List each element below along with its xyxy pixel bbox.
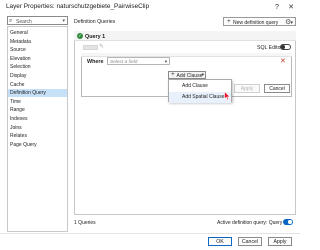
mouse-cursor-icon: [224, 91, 231, 101]
cancel-button[interactable]: Cancel: [238, 237, 262, 246]
footer-divider: [0, 233, 300, 234]
plus-icon: +: [227, 18, 231, 25]
sidebar-item-cache[interactable]: Cache: [8, 81, 67, 89]
query-header: [74, 31, 296, 41]
search-input[interactable]: ⌕ Search ▾: [7, 16, 68, 25]
sidebar-item-display[interactable]: Display: [8, 72, 67, 80]
sql-editor-label: SQL Editor: [257, 44, 283, 51]
active-query-label: Active definition query: Query 1: [217, 220, 287, 226]
sidebar-item-indexes[interactable]: Indexes: [8, 115, 67, 123]
sidebar-item-range[interactable]: Range: [8, 106, 67, 114]
queries-count: 1 Queries: [74, 220, 96, 226]
ok-button[interactable]: OK: [208, 237, 232, 246]
chevron-down-icon[interactable]: ▾: [62, 18, 65, 24]
gear-icon[interactable]: ⚙: [285, 18, 291, 26]
chevron-down-icon: ▾: [164, 59, 167, 65]
chevron-down-icon[interactable]: ▾: [202, 73, 204, 78]
plus-icon: +: [171, 71, 175, 79]
search-placeholder: Search: [16, 18, 32, 25]
sidebar-nav: General Metadata Source Elevation Select…: [7, 26, 68, 232]
sidebar-item-elevation[interactable]: Elevation: [8, 55, 67, 63]
sidebar-item-general[interactable]: General: [8, 29, 67, 37]
field-select[interactable]: Select a field ▾: [107, 57, 170, 65]
query-cancel-button[interactable]: Cancel: [264, 84, 290, 93]
pencil-icon[interactable]: ✎: [99, 43, 104, 50]
sidebar-item-definition-query[interactable]: Definition Query: [8, 89, 67, 98]
sql-editor-toggle-knob: [281, 45, 285, 49]
query-name-chip: [83, 44, 98, 50]
definition-queries-heading: Definition Queries: [74, 19, 116, 25]
sidebar-item-page-query[interactable]: Page Query: [8, 141, 67, 149]
sidebar-item-relates[interactable]: Relates: [8, 132, 67, 140]
query-apply-button[interactable]: Apply: [234, 84, 260, 93]
close-window-button[interactable]: ✕: [286, 2, 296, 12]
new-definition-query-label: New definition query: [233, 19, 279, 26]
check-circle-icon: ✓: [77, 33, 83, 39]
remove-clause-icon[interactable]: ✕: [280, 57, 286, 65]
sidebar-item-metadata[interactable]: Metadata: [8, 38, 67, 46]
add-clause-button[interactable]: + Add Clause ▾: [168, 71, 206, 79]
window-title: Layer Properties: naturschutzgebiete_Pai…: [6, 3, 150, 10]
sidebar-item-time[interactable]: Time: [8, 98, 67, 106]
close-icon: ✕: [288, 4, 294, 11]
sidebar-item-joins[interactable]: Joins: [8, 124, 67, 132]
sidebar-item-source[interactable]: Source: [8, 46, 67, 54]
search-icon: ⌕: [9, 17, 13, 24]
where-label: Where: [87, 59, 104, 65]
menu-item-add-spatial-clause[interactable]: Add Spatial Clause: [169, 91, 231, 103]
apply-button[interactable]: Apply: [268, 237, 292, 246]
field-select-placeholder: Select a field: [110, 59, 138, 65]
add-clause-menu: Add Clause Add Spatial Clause: [168, 79, 232, 103]
help-icon: ?: [275, 3, 279, 11]
menu-item-add-clause[interactable]: Add Clause: [169, 81, 231, 92]
active-query-toggle-knob: [288, 220, 292, 224]
help-button[interactable]: ?: [272, 2, 282, 12]
sidebar-item-selection[interactable]: Selection: [8, 63, 67, 71]
query-title: Query 1: [85, 33, 106, 40]
